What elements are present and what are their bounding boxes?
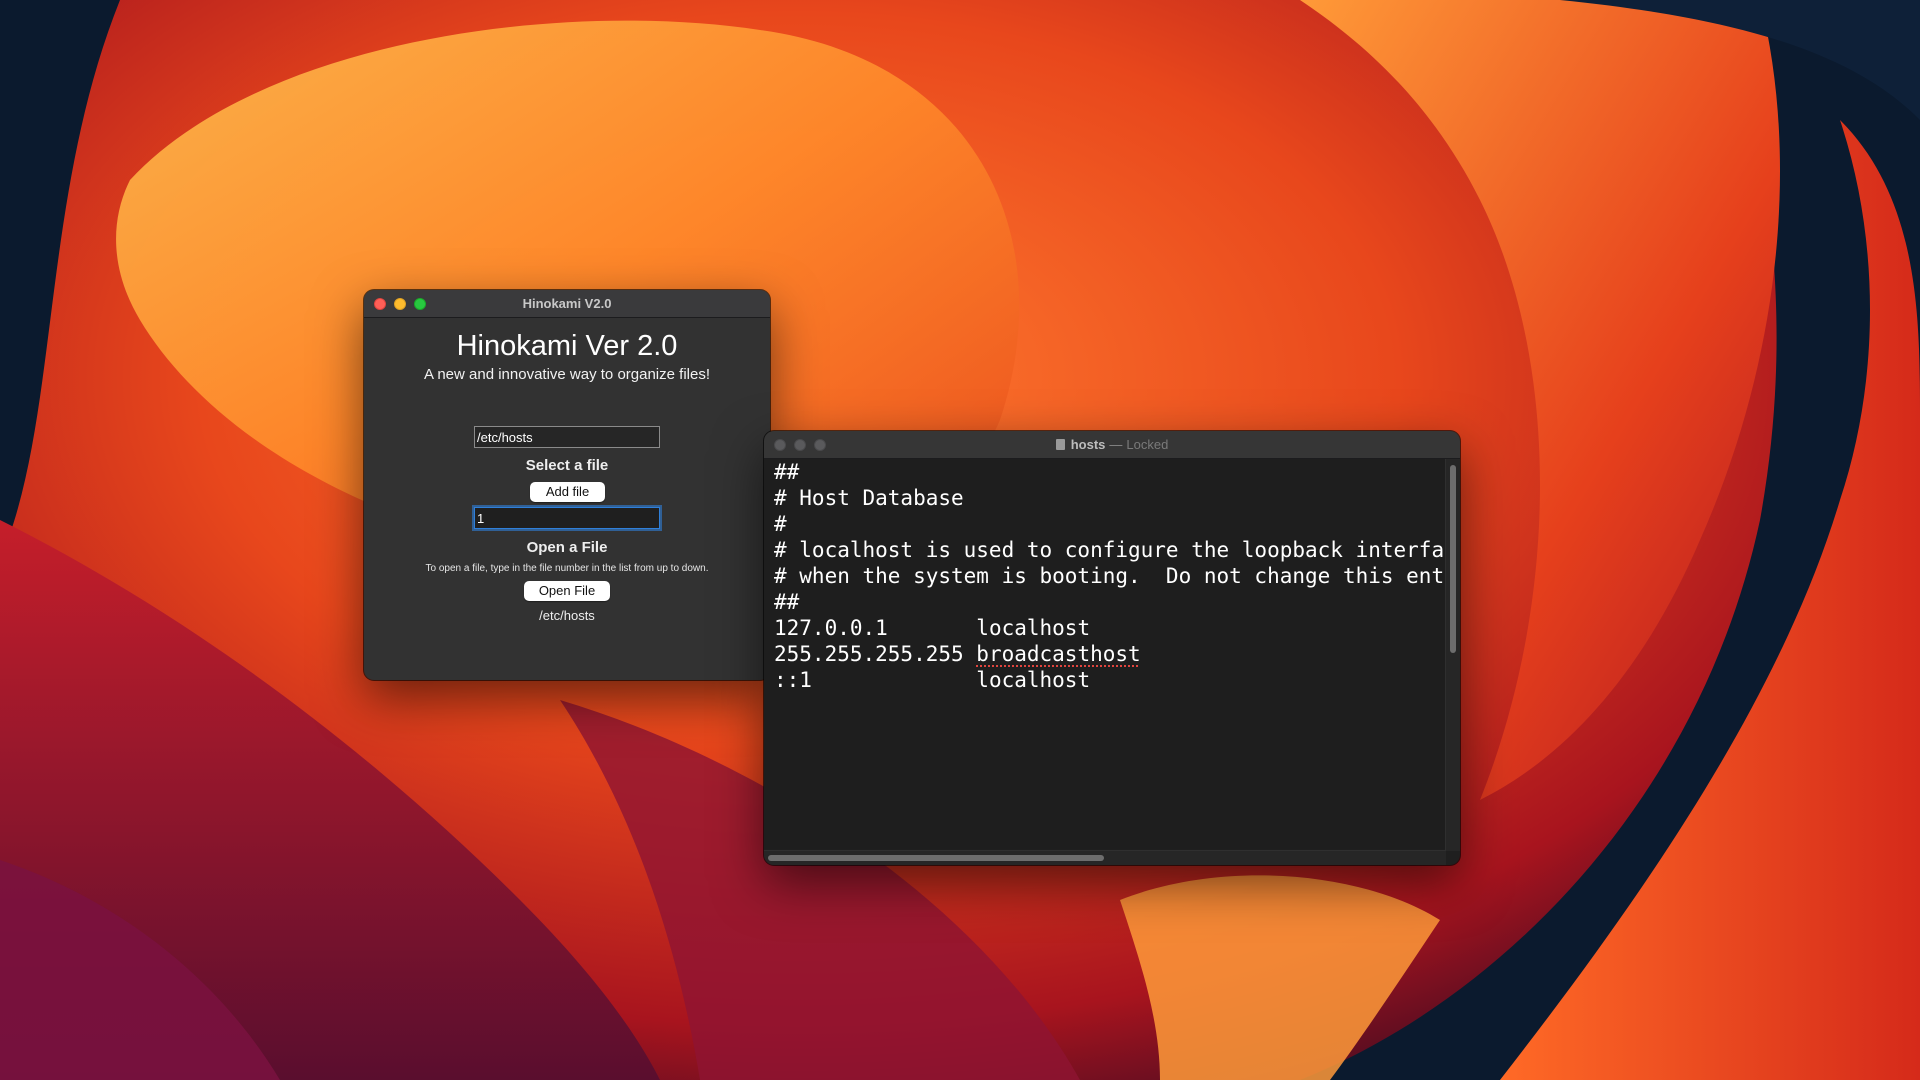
hostname: localhost (976, 668, 1091, 692)
open-file-hint: To open a file, type in the file number … (425, 563, 709, 574)
select-file-label: Select a file (525, 457, 609, 474)
hinokami-window: Hinokami V2.0 Hinokami Ver 2.0 A new and… (364, 290, 770, 680)
hostname: broadcasthost (976, 642, 1141, 666)
text-line: # when the system is booting. Do not cha… (774, 564, 1446, 588)
text-line: ::1 localhost (774, 667, 1090, 693)
horizontal-scroll-thumb[interactable] (768, 855, 1104, 861)
document-name: hosts (1070, 437, 1106, 452)
text-editor[interactable]: ## # Host Database # # localhost is used… (764, 459, 1446, 849)
ip-address: 127.0.0.1 (774, 616, 977, 640)
app-subtitle: A new and innovative way to organize fil… (423, 366, 710, 383)
text-line: ## (774, 460, 800, 484)
ip-address: ::1 (774, 668, 977, 692)
vertical-scrollbar[interactable] (1445, 459, 1460, 851)
text-line: 255.255.255.255 broadcasthost (774, 641, 1141, 667)
document-icon (1055, 439, 1065, 450)
file-list-entry: /etc/hosts (539, 608, 595, 623)
hosts-window: hosts — Locked ## # Host Database # # loca… (764, 431, 1460, 865)
locked-status: Locked (1126, 437, 1169, 452)
text-line: # Host Database (774, 486, 964, 510)
file-number-input[interactable] (474, 507, 660, 529)
app-heading: Hinokami Ver 2.0 (456, 330, 678, 362)
open-file-label: Open a File (526, 539, 608, 556)
hinokami-content: Hinokami Ver 2.0 A new and innovative wa… (364, 318, 770, 680)
desktop: Hinokami V2.0 Hinokami Ver 2.0 A new and… (0, 0, 1920, 1080)
text-line: # (774, 512, 787, 536)
hostname: localhost (976, 616, 1091, 640)
open-file-button[interactable]: Open File (524, 581, 610, 601)
text-line: ## (774, 590, 800, 614)
hosts-window-title: hosts — Locked (764, 431, 1460, 459)
title-separator: — (1109, 437, 1123, 452)
vertical-scroll-thumb[interactable] (1450, 465, 1456, 653)
text-line: # localhost is used to configure the loo… (774, 538, 1446, 562)
horizontal-scrollbar[interactable] (764, 850, 1446, 865)
text-line: 127.0.0.1 localhost (774, 615, 1090, 641)
add-file-button[interactable]: Add file (530, 482, 605, 502)
window-title: Hinokami V2.0 (522, 296, 612, 311)
ip-address: 255.255.255.255 (774, 642, 977, 666)
file-path-input[interactable] (474, 426, 660, 448)
hinokami-titlebar[interactable]: Hinokami V2.0 (364, 290, 770, 318)
hosts-titlebar[interactable]: hosts — Locked (764, 431, 1460, 459)
